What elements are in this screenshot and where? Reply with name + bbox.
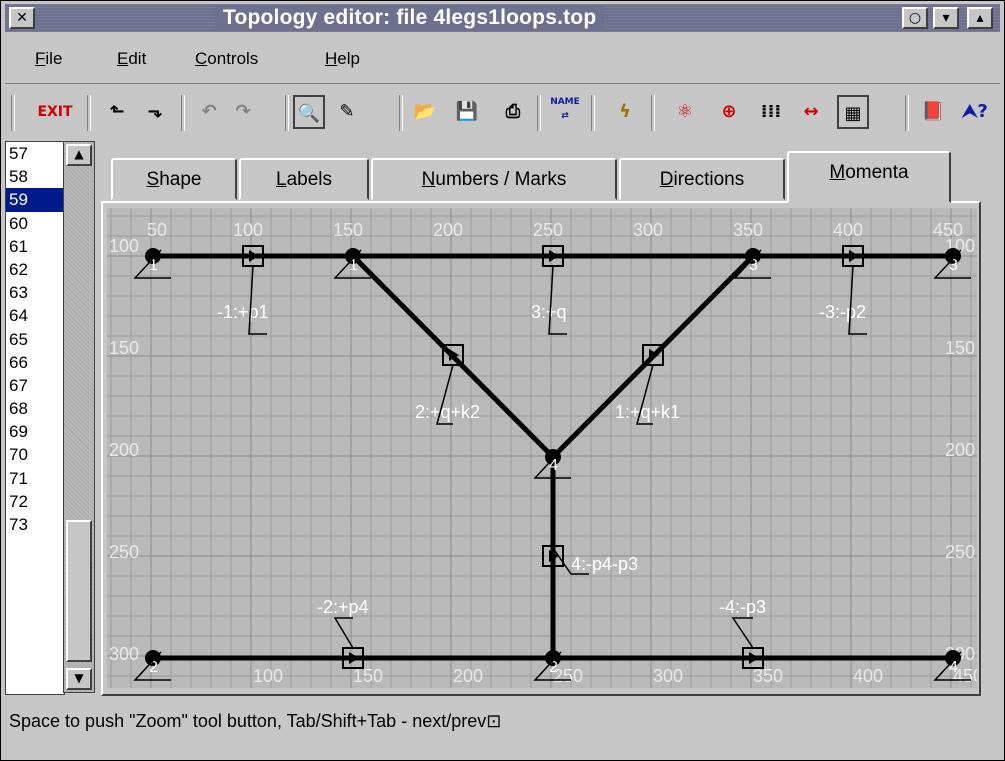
line-list-scrollbar[interactable]: ▲ ▼ <box>63 141 95 693</box>
book-icon[interactable]: 📕 <box>917 95 949 129</box>
line-number-list[interactable]: 57 58 59 60 61 62 63 64 65 66 67 68 69 70 71 72 73 <box>5 141 65 695</box>
line-number-item[interactable]: 59 <box>6 188 64 212</box>
vertex-label: 1 <box>149 257 158 274</box>
menu-bar: File Edit Controls Help <box>5 35 1000 84</box>
momentum-label: -4:-p3 <box>719 597 766 617</box>
line-number-item[interactable]: 68 <box>6 397 64 420</box>
exit-button[interactable]: EXIT <box>33 95 77 129</box>
open-folder-icon[interactable]: 📂 <box>409 95 441 129</box>
momentum-label: 1:+q+k1 <box>615 402 680 422</box>
line-number-item[interactable]: 69 <box>6 420 64 443</box>
momentum-label: -1:+p1 <box>217 302 269 322</box>
tick-label-top: 100 <box>233 220 263 240</box>
line-number-item[interactable]: 67 <box>6 374 64 397</box>
tick-label-top: 400 <box>833 220 863 240</box>
tab-numbers-marks[interactable]: Numbers / Marks <box>371 158 617 200</box>
menu-file[interactable]: File <box>35 49 62 69</box>
toolbar: EXIT ⬑ ⬎ ↶ ↷ 🔍 ✎ 📂 💾 ⎙ NAME ⇄ ϟ ⚛ ⊕ ⁞⁞⁞ ↔… <box>5 89 1000 141</box>
line-number-item[interactable]: 57 <box>6 142 64 165</box>
vertex-label: 1 <box>349 257 358 274</box>
line-number-item[interactable]: 64 <box>6 304 64 327</box>
tick-label-left: 200 <box>109 440 139 460</box>
momentum-label: -2:+p4 <box>317 597 369 617</box>
tick-label-left: 250 <box>109 542 139 562</box>
arrow-up-left-icon[interactable]: ⬑ <box>101 95 133 129</box>
tick-label-left: 100 <box>109 236 139 256</box>
line-number-item[interactable]: 60 <box>6 212 64 235</box>
tick-label-right: 150 <box>945 338 975 358</box>
atom-icon[interactable]: ⚛ <box>669 95 701 129</box>
tab-shape[interactable]: Shape <box>111 158 237 200</box>
tick-label-left: 150 <box>109 338 139 358</box>
menu-help[interactable]: Help <box>325 49 360 69</box>
diagram-canvas[interactable]: 50 100 150 200 250 300 350 400 450100 150 200 250 30… <box>107 208 977 688</box>
close-icon[interactable]: ✕ <box>9 7 35 29</box>
line-number-item[interactable]: 73 <box>6 513 64 536</box>
tab-directions[interactable]: Directions <box>619 158 785 200</box>
lightning-icon[interactable]: ϟ <box>609 95 641 129</box>
vertex-label: 3 <box>949 257 958 274</box>
shade-icon[interactable]: ▾ <box>933 7 959 29</box>
add-vertex-icon[interactable]: ⊕ <box>713 95 745 129</box>
minimize-icon[interactable]: ○ <box>902 7 928 29</box>
tick-label-bottom: 400 <box>853 666 883 686</box>
tick-label-top: 200 <box>433 220 463 240</box>
undo-icon[interactable]: ↶ <box>193 95 225 129</box>
tab-momenta[interactable]: Momenta <box>787 151 951 203</box>
momentum-label: 3:+q <box>531 302 567 322</box>
momentum-label: 2:+q+k2 <box>415 402 480 422</box>
grid-icon[interactable]: ▦ <box>837 95 869 129</box>
tick-label-bottom: 300 <box>653 666 683 686</box>
tick-label-top: 150 <box>333 220 363 240</box>
window-title: Topology editor: file 4legs1loops.top <box>215 6 605 30</box>
momentum-label: -3:-p2 <box>819 302 866 322</box>
topology-editor-window: ✕ Topology editor: file 4legs1loops.top … <box>0 0 1005 761</box>
name-icon[interactable]: NAME ⇄ <box>549 95 581 129</box>
vertex-label: 4 <box>949 659 958 676</box>
tick-label-top: 350 <box>733 220 763 240</box>
line-number-item[interactable]: 72 <box>6 490 64 513</box>
vertex-label: 2 <box>149 659 158 676</box>
vertex-label: 3 <box>749 257 758 274</box>
line-number-item[interactable]: 61 <box>6 235 64 258</box>
line-number-item[interactable]: 65 <box>6 328 64 351</box>
grid-dots-icon[interactable]: ⁞⁞⁞ <box>755 95 787 129</box>
tick-label-top: 250 <box>533 220 563 240</box>
help-icon[interactable]: ⮝? <box>959 95 991 129</box>
scroll-up-button[interactable]: ▲ <box>66 144 92 166</box>
tick-label-bottom: 100 <box>253 666 283 686</box>
tick-label-top: 300 <box>633 220 663 240</box>
draw-icon[interactable]: ✎ <box>331 95 363 129</box>
line-number-item[interactable]: 58 <box>6 165 64 188</box>
scroll-down-button[interactable]: ▼ <box>66 668 92 690</box>
tab-labels[interactable]: Labels <box>239 158 369 200</box>
menu-controls[interactable]: Controls <box>195 49 258 69</box>
redo-icon[interactable]: ↷ <box>227 95 259 129</box>
arrow-down-right-icon[interactable]: ⬎ <box>139 95 171 129</box>
title-bar[interactable]: ✕ Topology editor: file 4legs1loops.top … <box>5 4 1000 32</box>
save-icon[interactable]: 💾 <box>451 95 483 129</box>
vertex-label: 2 <box>549 659 558 676</box>
momentum-label: 4:-p4-p3 <box>571 554 638 574</box>
tick-label-top: 50 <box>147 220 167 240</box>
vertex-label: 4 <box>549 457 558 474</box>
tick-label-left: 300 <box>109 644 139 664</box>
status-bar: Space to push "Zoom" tool button, Tab/Sh… <box>9 711 502 731</box>
line-number-item[interactable]: 70 <box>6 443 64 466</box>
scrollbar-thumb[interactable] <box>66 520 92 662</box>
menu-edit[interactable]: Edit <box>117 49 146 69</box>
line-number-item[interactable]: 66 <box>6 351 64 374</box>
tick-label-bottom: 200 <box>453 666 483 686</box>
line-number-item[interactable]: 62 <box>6 258 64 281</box>
maximize-icon[interactable]: ▴ <box>967 7 993 29</box>
tick-label-right: 250 <box>945 542 975 562</box>
print-icon[interactable]: ⎙ <box>497 95 529 129</box>
line-number-item[interactable]: 63 <box>6 281 64 304</box>
resize-icon[interactable]: ↔ <box>795 95 827 129</box>
line-number-item[interactable]: 71 <box>6 467 64 490</box>
zoom-icon[interactable]: 🔍 <box>293 95 325 129</box>
tick-label-right: 200 <box>945 440 975 460</box>
